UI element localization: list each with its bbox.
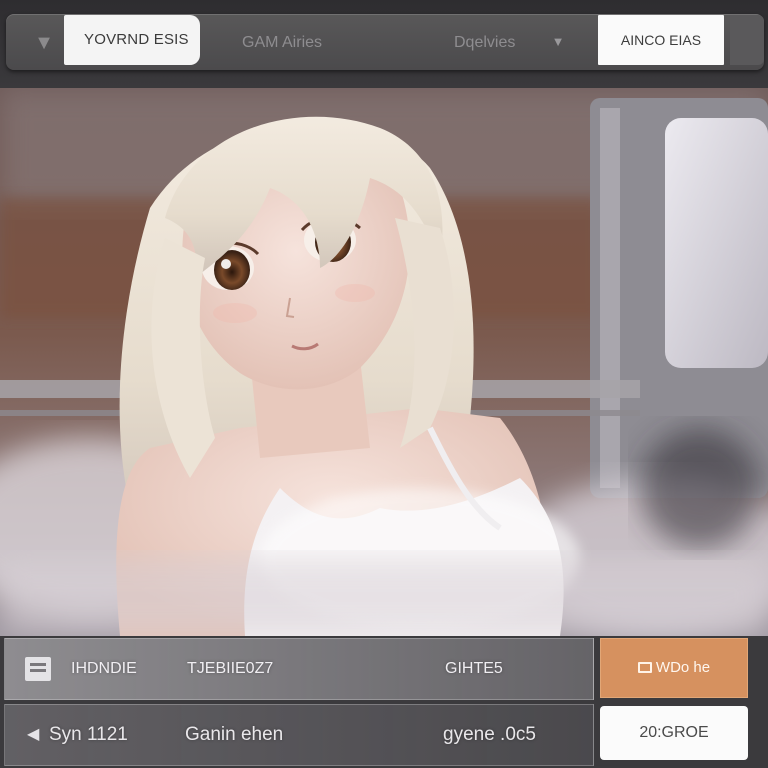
row-col2: Ganin ehen: [185, 724, 284, 745]
row-col3: GIHTE5: [445, 660, 503, 677]
bottom-panel: IHDNDIE TJEBIIE0Z7 GIHTE5 WDo he ◀ Syn 1…: [0, 636, 768, 768]
card-icon: [637, 662, 652, 673]
arrow-down-icon[interactable]: ▼: [550, 34, 566, 50]
table-row[interactable]: ◀ Syn 1121 Ganin ehen gyene .0c5: [4, 704, 594, 766]
tab-games[interactable]: GAM Airies: [242, 30, 322, 56]
menu-icon[interactable]: ▼: [28, 32, 60, 54]
row-col1: IHDNDIE: [71, 660, 137, 677]
row-col3: gyene .0c5: [443, 724, 536, 745]
back-arrow-icon[interactable]: ◀: [27, 725, 45, 745]
row-col2: TJEBIIE0Z7: [187, 660, 274, 677]
hero-illustration: [0, 88, 768, 636]
top-bar-edge: [730, 15, 764, 65]
primary-action-label: WDo he: [655, 659, 711, 676]
table-row[interactable]: IHDNDIE TJEBIIE0Z7 GIHTE5: [4, 638, 594, 700]
top-nav: ▼ YOVRND ESIS GAM Airies Dqelvies ▼ AINC…: [6, 14, 764, 70]
tab-active[interactable]: YOVRND ESIS: [64, 15, 200, 65]
list-icon: [25, 657, 51, 681]
top-bar: ▼ YOVRND ESIS GAM Airies Dqelvies ▼ AINC…: [0, 0, 768, 88]
anime-girl-illustration: [0, 88, 768, 636]
tab-deliveries[interactable]: Dqelvies: [454, 30, 515, 56]
row-col1: Syn 1121: [49, 724, 128, 745]
top-right-button[interactable]: AINCO EIAS: [598, 15, 724, 65]
secondary-action-button[interactable]: 20:GROE: [600, 706, 748, 760]
primary-action-button[interactable]: WDo he: [600, 638, 748, 698]
